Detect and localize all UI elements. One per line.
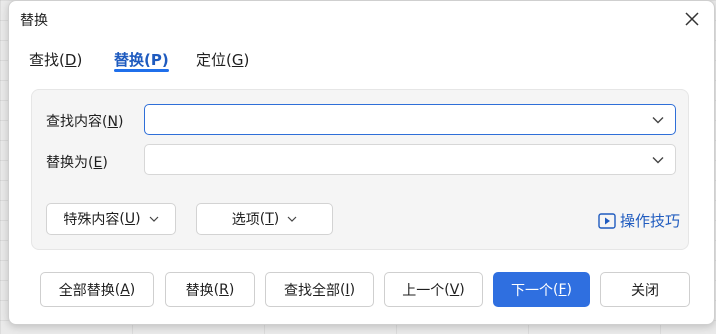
next-button[interactable]: 下一个(F) <box>493 272 590 307</box>
close-button[interactable] <box>680 7 704 31</box>
dialog-titlebar: 替换 <box>9 1 714 37</box>
close-icon <box>685 12 699 26</box>
tab-replace[interactable]: 替换(P) <box>114 49 169 72</box>
tab-goto-key: G <box>231 51 244 69</box>
tab-replace-key: P <box>150 51 162 69</box>
play-icon <box>598 212 616 229</box>
find-combobox[interactable] <box>144 104 676 135</box>
special-content-button[interactable]: 特殊内容(U) <box>46 203 176 235</box>
tab-goto-label: 定位 <box>196 51 227 69</box>
previous-button[interactable]: 上一个(V) <box>384 272 483 307</box>
tab-find[interactable]: 查找(D) <box>29 49 82 70</box>
find-replace-dialog: 替换 查找(D) 替换(P) 定位(G) 查找内容(N) 替换为(E) 特殊内容 <box>8 0 715 325</box>
tab-replace-label: 替换 <box>114 51 145 69</box>
close-dialog-button[interactable]: 关闭 <box>600 272 690 307</box>
replace-all-button[interactable]: 全部替换(A) <box>40 272 154 307</box>
special-content-label: 特殊内容 <box>63 212 120 228</box>
tab-find-key: D <box>64 51 77 69</box>
active-tab-indicator <box>114 69 169 72</box>
replace-button[interactable]: 替换(R) <box>165 272 255 307</box>
tab-find-label: 查找 <box>29 51 60 69</box>
chevron-down-icon <box>287 216 297 222</box>
tips-link[interactable]: 操作技巧 <box>598 210 680 231</box>
replace-label: 替换为(E) <box>46 155 108 171</box>
tab-goto[interactable]: 定位(G) <box>196 49 249 70</box>
options-panel: 查找内容(N) 替换为(E) 特殊内容(U) 选项(T) 操作技巧 <box>31 89 689 250</box>
replace-input[interactable] <box>153 149 637 172</box>
dialog-title: 替换 <box>20 13 48 29</box>
find-label: 查找内容(N) <box>46 114 124 130</box>
chevron-down-icon[interactable] <box>651 153 665 167</box>
options-button[interactable]: 选项(T) <box>196 203 333 235</box>
options-label: 选项 <box>231 212 260 228</box>
find-input[interactable] <box>153 109 637 132</box>
tips-label: 操作技巧 <box>619 212 680 230</box>
replace-combobox[interactable] <box>144 144 676 175</box>
find-all-button[interactable]: 查找全部(I) <box>265 272 374 307</box>
chevron-down-icon[interactable] <box>651 113 665 127</box>
chevron-down-icon <box>149 216 159 222</box>
